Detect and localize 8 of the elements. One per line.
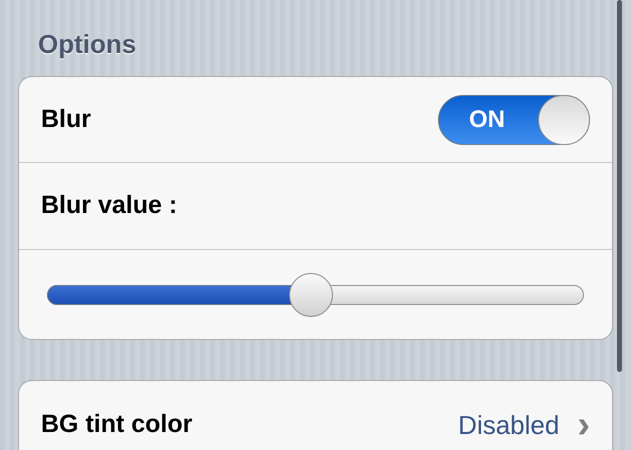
section-header: Options: [38, 28, 136, 61]
chevron-icon: ›: [577, 406, 590, 444]
value-text: Disabled: [458, 408, 560, 442]
row-label: Blur value :: [41, 190, 178, 222]
slider[interactable]: [47, 272, 584, 316]
row-label: BG tint color: [41, 409, 192, 440]
toggle-switch[interactable]: ON: [438, 94, 590, 144]
row-label: Blur: [41, 104, 91, 135]
